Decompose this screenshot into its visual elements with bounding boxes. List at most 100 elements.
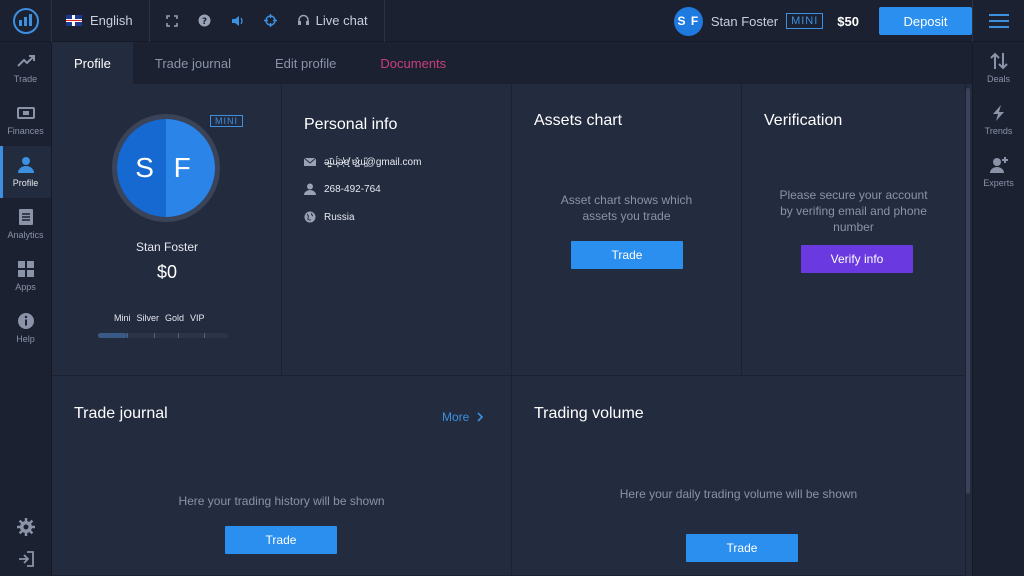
right-item-label: Deals <box>986 74 1010 84</box>
trade-journal-message: Here your trading history will be shown <box>178 494 385 508</box>
fullscreen-icon[interactable] <box>165 14 178 27</box>
sidebar-item-trade[interactable]: Trade <box>0 42 51 94</box>
balance[interactable]: $50 <box>837 14 859 29</box>
country-value: Russia <box>324 211 355 223</box>
right-item-trends[interactable]: Trends <box>973 94 1024 146</box>
country-row: Russia <box>304 211 355 223</box>
personal-info-title: Personal info <box>304 116 398 133</box>
top-bar: English ? Live chat S F Stan Foster MINI… <box>0 0 1024 42</box>
sidebar-item-apps[interactable]: Apps <box>0 250 51 302</box>
sidebar-item-label: Analytics <box>7 230 44 240</box>
sound-icon[interactable] <box>231 15 244 27</box>
level-progress-fill <box>98 333 127 338</box>
profile-card: S F MINI Stan Foster $0 Mini Silver Gold… <box>52 84 282 376</box>
level-label: Silver <box>136 313 160 323</box>
phone-row: 268-492-764 <box>304 183 381 195</box>
avatar[interactable]: S F <box>673 6 703 36</box>
right-item-label: Experts <box>983 178 1014 188</box>
headset-icon <box>297 14 309 25</box>
tab-profile[interactable]: Profile <box>52 42 133 84</box>
envelope-icon <box>304 157 316 166</box>
profile-name: Stan Foster <box>135 240 199 254</box>
account-levels: Mini Silver Gold VIP <box>114 313 205 323</box>
trading-volume-title: Trading volume <box>534 405 644 422</box>
logo-icon <box>12 7 39 34</box>
level-tick <box>178 333 179 338</box>
phone-value: 268-492-764 <box>324 183 381 195</box>
right-item-deals[interactable]: Deals <box>973 42 1024 94</box>
sidebar-item-analytics[interactable]: Analytics <box>0 198 51 250</box>
tab-documents[interactable]: Documents <box>358 42 468 84</box>
level-tick <box>204 333 205 338</box>
assets-chart-card: Assets chart Asset chart shows which ass… <box>512 84 742 376</box>
chevron-right-icon <box>477 412 484 422</box>
help-icon[interactable]: ? <box>198 14 211 27</box>
sidebar-bottom <box>0 518 52 568</box>
info-icon <box>17 313 34 329</box>
grid-icon <box>17 261 34 277</box>
sidebar-item-label: Profile <box>12 178 39 188</box>
trade-journal-title: Trade journal <box>74 405 168 422</box>
verification-card: Verification Please secure your account … <box>742 84 966 376</box>
live-chat-label: Live chat <box>315 13 368 28</box>
sidebar-item-finances[interactable]: Finances <box>0 94 51 146</box>
level-tick <box>154 333 155 338</box>
more-link[interactable]: More <box>442 410 484 424</box>
tab-trade-journal[interactable]: Trade journal <box>133 42 253 84</box>
left-sidebar: Trade Finances Profile Analytics Apps He… <box>0 42 52 576</box>
email-row: ǝ̶̰͖̃ɯ̴̞̈́ǝ̷̖̓ɐ̸̙͗ ɐ̷͇̽ɯ̵͖̋@gmail.com <box>304 156 421 168</box>
trading-volume-card: Trading volume Here your daily trading v… <box>512 376 966 576</box>
scrollbar[interactable] <box>966 88 970 494</box>
more-label: More <box>442 410 470 424</box>
email-value: ǝ̶̰͖̃ɯ̴̞̈́ǝ̷̖̓ɐ̸̙͗ ɐ̷͇̽ɯ̵͖̋@gmail.com <box>324 156 422 168</box>
language-label: English <box>90 13 133 28</box>
user-name[interactable]: Stan Foster <box>711 14 778 29</box>
profile-tabs: Profile Trade journal Edit profile Docum… <box>52 42 972 84</box>
crosshair-icon[interactable] <box>263 14 277 27</box>
right-sidebar: Deals Trends Experts <box>972 42 1024 576</box>
user-plus-icon <box>989 157 1008 173</box>
level-label: VIP <box>190 313 205 323</box>
deposit-button[interactable]: Deposit <box>879 7 972 35</box>
logo[interactable] <box>0 0 52 42</box>
right-item-experts[interactable]: Experts <box>973 146 1024 198</box>
journal-trade-button[interactable]: Trade <box>225 526 337 554</box>
globe-icon <box>304 211 316 223</box>
trading-volume-message: Here your daily trading volume will be s… <box>619 487 858 501</box>
volume-trade-button[interactable]: Trade <box>686 534 798 562</box>
main-content: S F MINI Stan Foster $0 Mini Silver Gold… <box>52 84 972 576</box>
level-tick <box>127 333 128 338</box>
verification-title: Verification <box>764 112 843 129</box>
sidebar-item-profile[interactable]: Profile <box>0 146 51 198</box>
hamburger-menu-icon[interactable] <box>972 0 1024 42</box>
language-selector[interactable]: English <box>52 0 150 42</box>
sidebar-item-label: Finances <box>7 126 44 136</box>
gear-icon[interactable] <box>17 518 35 536</box>
user-icon <box>304 183 316 195</box>
level-label: Gold <box>165 313 185 323</box>
sort-arrows-icon <box>989 52 1008 70</box>
level-label: Mini <box>114 313 131 323</box>
logout-icon[interactable] <box>17 550 35 568</box>
sidebar-item-label: Apps <box>15 282 36 292</box>
svg-text:?: ? <box>202 17 207 27</box>
sidebar-item-help[interactable]: Help <box>0 302 51 354</box>
right-item-label: Trends <box>984 126 1013 136</box>
lightning-icon <box>992 105 1004 121</box>
tab-edit-profile[interactable]: Edit profile <box>253 42 358 84</box>
assets-chart-title: Assets chart <box>534 112 623 129</box>
account-type-badge: MINI <box>786 13 824 29</box>
verify-info-button[interactable]: Verify info <box>801 245 913 273</box>
profile-avatar[interactable]: S F <box>117 119 215 217</box>
sidebar-item-label: Trade <box>13 74 38 84</box>
assets-trade-button[interactable]: Trade <box>571 241 683 269</box>
trade-journal-card: Trade journal More Here your trading his… <box>52 376 512 576</box>
trend-up-icon <box>16 55 35 67</box>
profile-balance: $0 <box>156 262 178 282</box>
uk-flag-icon <box>66 15 82 26</box>
live-chat-button[interactable]: Live chat <box>297 13 368 28</box>
level-progress-bar <box>98 333 228 338</box>
account-type-badge: MINI <box>210 115 243 127</box>
news-icon <box>18 209 33 225</box>
verification-message: Please secure your account by verifing e… <box>779 188 928 234</box>
